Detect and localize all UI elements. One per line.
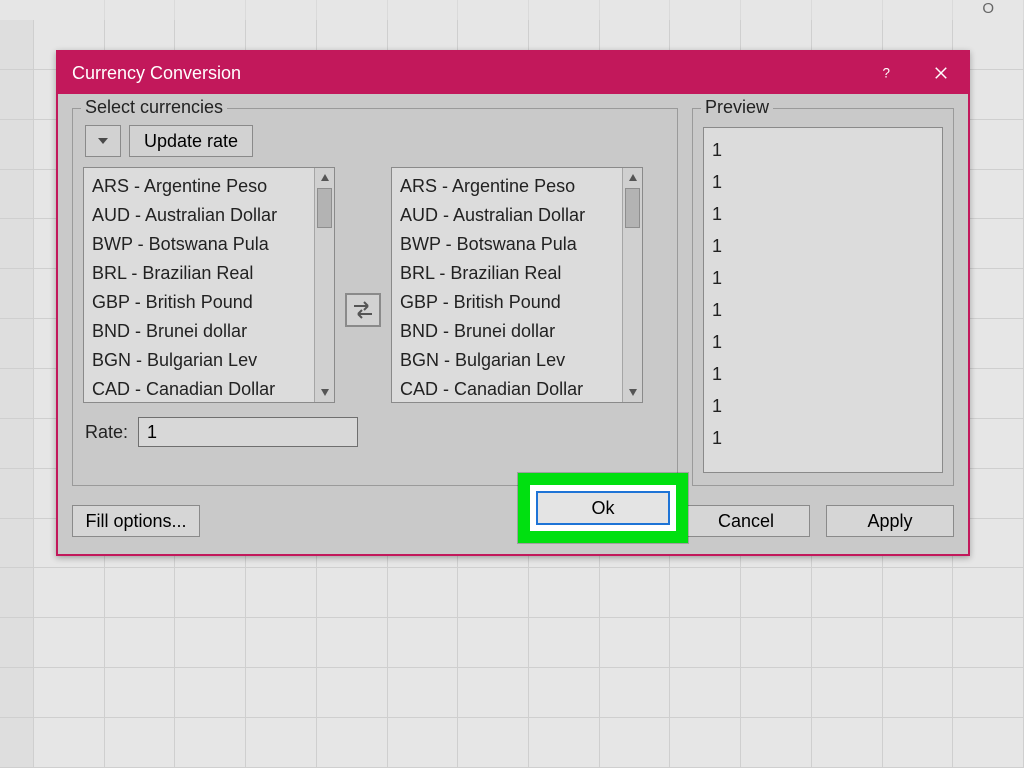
tutorial-highlight: Ok: [518, 473, 688, 543]
scroll-up-icon[interactable]: [623, 168, 642, 188]
select-currencies-group: Select currencies Update rate ARS - Arge…: [72, 108, 678, 486]
update-rate-button[interactable]: Update rate: [129, 125, 253, 157]
currency-item[interactable]: CAD - Canadian Dollar: [400, 375, 636, 403]
preview-value: 1: [712, 262, 934, 294]
currency-item[interactable]: BRL - Brazilian Real: [92, 259, 328, 288]
currency-item[interactable]: CAD - Canadian Dollar: [92, 375, 328, 403]
currency-item[interactable]: AUD - Australian Dollar: [92, 201, 328, 230]
swap-arrows-icon: [352, 300, 374, 320]
preview-value: 1: [712, 358, 934, 390]
close-button[interactable]: [914, 52, 968, 94]
currency-item[interactable]: BND - Brunei dollar: [92, 317, 328, 346]
preview-value: 1: [712, 230, 934, 262]
apply-button[interactable]: Apply: [826, 505, 954, 537]
currency-item[interactable]: BWP - Botswana Pula: [400, 230, 636, 259]
currency-item[interactable]: GBP - British Pound: [400, 288, 636, 317]
preview-value: 1: [712, 166, 934, 198]
preview-value: 1: [712, 326, 934, 358]
currency-item[interactable]: BRL - Brazilian Real: [400, 259, 636, 288]
column-header-O[interactable]: O: [953, 0, 1024, 20]
source-currency-list[interactable]: ARS - Argentine PesoAUD - Australian Dol…: [83, 167, 335, 403]
preview-value: 1: [712, 390, 934, 422]
currency-item[interactable]: BND - Brunei dollar: [400, 317, 636, 346]
preview-value: 1: [712, 198, 934, 230]
scrollbar[interactable]: [622, 168, 642, 402]
scroll-thumb[interactable]: [625, 188, 640, 228]
scrollbar[interactable]: [314, 168, 334, 402]
preview-legend: Preview: [701, 97, 773, 118]
scroll-down-icon[interactable]: [623, 382, 642, 402]
scroll-thumb[interactable]: [317, 188, 332, 228]
dialog-title: Currency Conversion: [72, 63, 241, 84]
help-button[interactable]: ?: [860, 52, 914, 94]
currency-item[interactable]: BGN - Bulgarian Lev: [400, 346, 636, 375]
preview-value: 1: [712, 422, 934, 454]
scroll-down-icon[interactable]: [315, 382, 334, 402]
scroll-up-icon[interactable]: [315, 168, 334, 188]
rate-input[interactable]: [138, 417, 358, 447]
rate-label: Rate:: [85, 422, 128, 443]
svg-text:?: ?: [883, 66, 891, 81]
ok-button[interactable]: Ok: [536, 491, 670, 525]
preview-list: 1111111111: [703, 127, 943, 473]
currency-item[interactable]: AUD - Australian Dollar: [400, 201, 636, 230]
currency-conversion-dialog: Currency Conversion ? Select currencies …: [56, 50, 970, 556]
column-headers: O: [0, 0, 1024, 20]
currency-item[interactable]: ARS - Argentine Peso: [400, 172, 636, 201]
chevron-down-icon: [97, 135, 109, 147]
preview-value: 1: [712, 134, 934, 166]
preview-value: 1: [712, 294, 934, 326]
currency-item[interactable]: BGN - Bulgarian Lev: [92, 346, 328, 375]
close-icon: [932, 64, 950, 82]
currency-item[interactable]: BWP - Botswana Pula: [92, 230, 328, 259]
target-currency-list[interactable]: ARS - Argentine PesoAUD - Australian Dol…: [391, 167, 643, 403]
help-icon: ?: [878, 64, 896, 82]
swap-button[interactable]: [345, 293, 381, 327]
dialog-titlebar[interactable]: Currency Conversion ?: [58, 52, 968, 94]
select-currencies-legend: Select currencies: [81, 97, 227, 118]
fill-options-button[interactable]: Fill options...: [72, 505, 200, 537]
preview-group: Preview 1111111111: [692, 108, 954, 486]
currency-item[interactable]: ARS - Argentine Peso: [92, 172, 328, 201]
currency-item[interactable]: GBP - British Pound: [92, 288, 328, 317]
dropdown-toggle[interactable]: [85, 125, 121, 157]
cancel-button[interactable]: Cancel: [682, 505, 810, 537]
